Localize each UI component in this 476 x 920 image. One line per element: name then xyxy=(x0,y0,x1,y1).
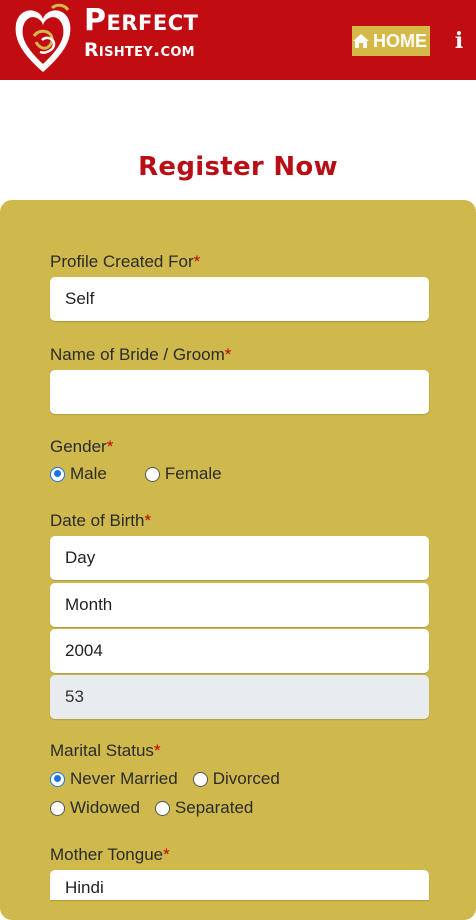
mother-tongue-select[interactable]: Hindi xyxy=(50,870,429,900)
name-input[interactable] xyxy=(50,370,429,414)
radio-unchecked-icon[interactable] xyxy=(154,800,170,816)
home-button-label: HOME xyxy=(373,30,427,51)
profile-created-for-label: Profile Created For* xyxy=(50,252,201,271)
marital-never-married-radio[interactable]: Never Married xyxy=(50,769,178,789)
marital-status-radio-row-1: Never Married Divorced xyxy=(50,769,280,789)
brand-line-1: Perfect xyxy=(84,3,199,38)
brand-line-2: Rishtey.com xyxy=(84,39,195,61)
dob-month-select[interactable]: Month xyxy=(50,583,429,627)
profile-created-for-value: Self xyxy=(65,289,95,308)
gender-label: Gender* xyxy=(50,437,114,456)
marital-separated-label: Separated xyxy=(174,798,254,817)
radio-unchecked-icon[interactable] xyxy=(144,466,160,482)
home-button[interactable]: HOME xyxy=(352,26,430,56)
radio-checked-icon[interactable] xyxy=(50,771,65,787)
marital-status-radio-row-2: Widowed Separated xyxy=(50,798,253,818)
dob-year-select[interactable]: 2004 xyxy=(50,629,429,673)
required-asterisk: * xyxy=(106,437,114,456)
dob-month-value: Month xyxy=(65,595,113,614)
home-icon xyxy=(353,34,369,48)
marital-divorced-radio[interactable]: Divorced xyxy=(192,769,280,789)
gender-female-radio[interactable]: Female xyxy=(144,464,222,484)
required-asterisk: * xyxy=(193,252,201,271)
profile-created-for-select[interactable]: Self xyxy=(50,277,429,321)
gender-male-radio[interactable]: Male xyxy=(50,464,107,484)
age-readonly-field: 53 xyxy=(50,675,429,719)
mother-tongue-value: Hindi xyxy=(65,878,104,897)
dob-day-select[interactable]: Day xyxy=(50,536,429,580)
marital-status-label: Marital Status* xyxy=(50,741,161,760)
info-icon[interactable]: i xyxy=(452,28,466,54)
logo-heart-icon[interactable] xyxy=(12,2,74,78)
marital-widowed-radio[interactable]: Widowed xyxy=(50,798,140,818)
age-value: 53 xyxy=(65,687,84,706)
top-navbar: Perfect Rishtey.com HOME i xyxy=(0,0,476,80)
marital-widowed-label: Widowed xyxy=(70,798,140,817)
required-asterisk: * xyxy=(153,741,161,760)
brand-name[interactable]: Perfect Rishtey.com xyxy=(84,6,198,60)
mother-tongue-label: Mother Tongue* xyxy=(50,845,170,864)
gender-male-label: Male xyxy=(70,464,107,483)
required-asterisk: * xyxy=(224,345,232,364)
dob-year-value: 2004 xyxy=(65,641,103,660)
dob-day-value: Day xyxy=(65,548,96,567)
radio-unchecked-icon[interactable] xyxy=(192,771,208,787)
required-asterisk: * xyxy=(163,845,170,864)
marital-never-married-label: Never Married xyxy=(70,769,178,788)
radio-checked-icon[interactable] xyxy=(50,466,65,482)
radio-unchecked-icon[interactable] xyxy=(50,800,65,816)
gender-radio-group: Male Female xyxy=(50,464,222,484)
page-title: Register Now xyxy=(138,152,338,182)
marital-separated-radio[interactable]: Separated xyxy=(154,798,254,818)
gender-female-label: Female xyxy=(164,464,222,483)
dob-label: Date of Birth* xyxy=(50,511,152,530)
required-asterisk: * xyxy=(144,511,152,530)
marital-divorced-label: Divorced xyxy=(212,769,280,788)
name-label: Name of Bride / Groom* xyxy=(50,345,232,364)
